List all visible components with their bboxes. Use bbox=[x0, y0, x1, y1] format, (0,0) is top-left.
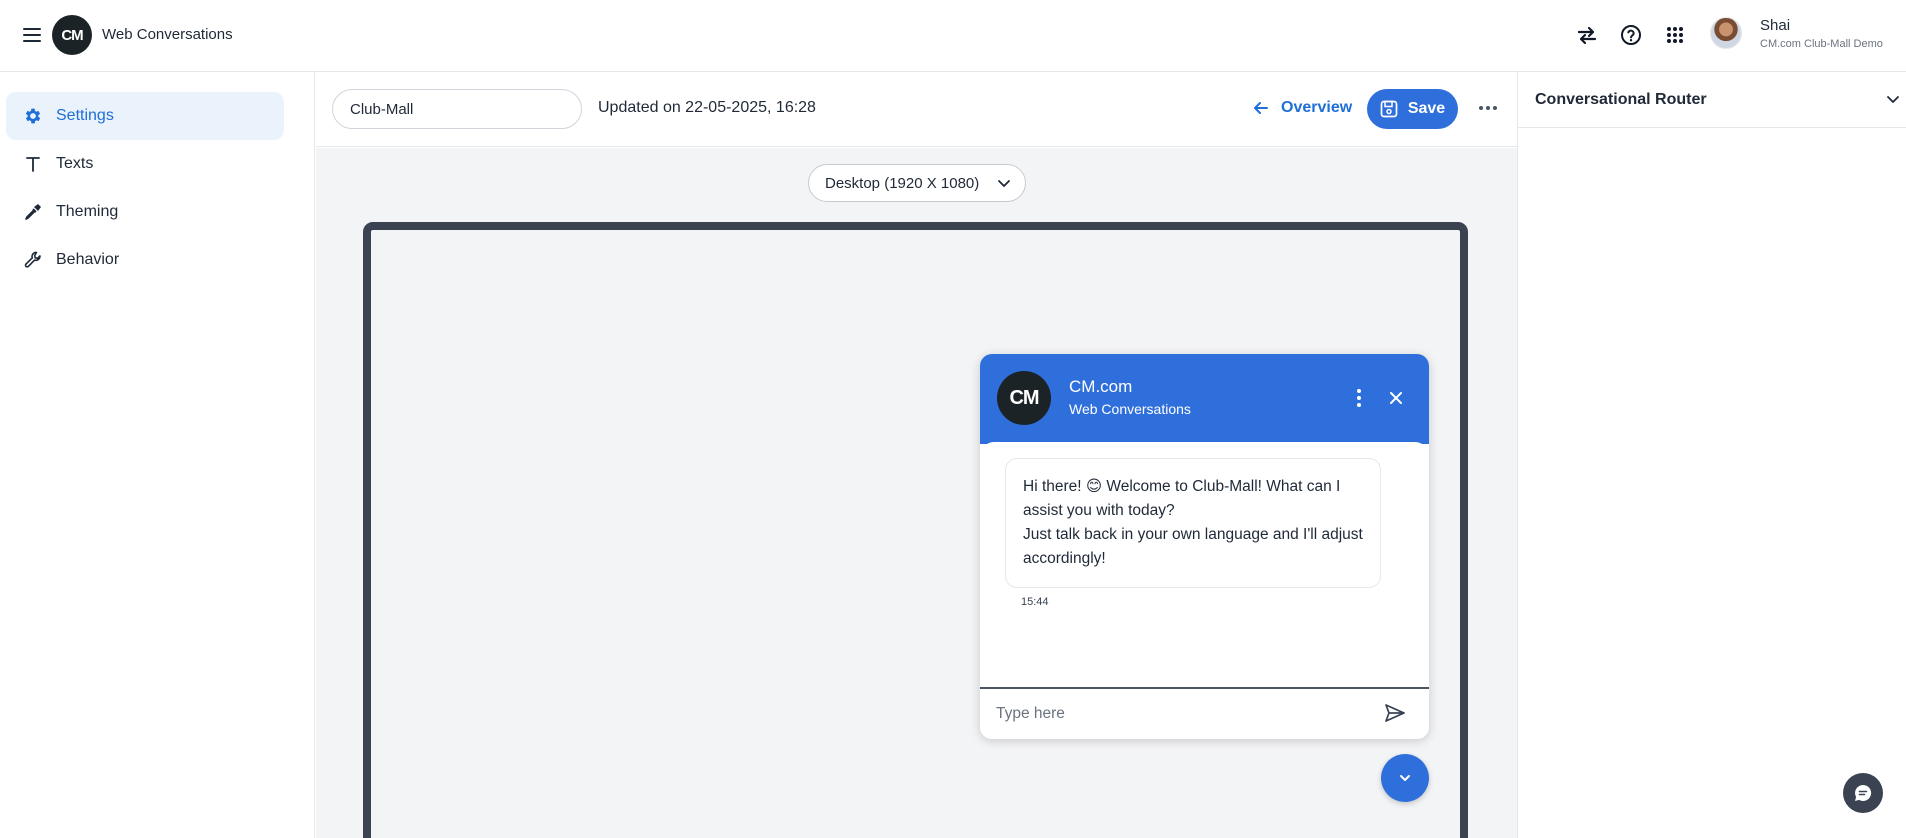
right-panel: Conversational Router bbox=[1517, 72, 1906, 838]
chat-subtitle: Web Conversations bbox=[1069, 401, 1191, 417]
avatar[interactable] bbox=[1710, 17, 1742, 49]
help-icon[interactable] bbox=[1618, 22, 1644, 48]
save-icon bbox=[1380, 100, 1398, 118]
overview-link[interactable]: Overview bbox=[1253, 99, 1352, 117]
top-bar: CM Web Conversations Shai CM.com Club-Ma… bbox=[0, 0, 1906, 72]
sidebar-item-behavior[interactable]: Behavior bbox=[6, 236, 284, 284]
eyedropper-icon bbox=[22, 201, 44, 223]
apps-grid-icon[interactable] bbox=[1662, 22, 1688, 48]
sidebar-item-settings[interactable]: Settings bbox=[6, 92, 284, 140]
save-button[interactable]: Save bbox=[1367, 89, 1458, 129]
chat-input[interactable] bbox=[996, 701, 1356, 727]
message-time: 15:44 bbox=[1021, 596, 1049, 608]
chevron-down-icon bbox=[998, 180, 1010, 187]
send-icon[interactable] bbox=[1384, 703, 1406, 723]
app-title: Web Conversations bbox=[102, 26, 233, 43]
more-options-icon[interactable] bbox=[1474, 98, 1502, 118]
save-label: Save bbox=[1407, 100, 1446, 117]
user-org: CM.com Club-Mall Demo bbox=[1760, 38, 1883, 50]
sidebar-item-label: Settings bbox=[56, 107, 114, 124]
arrow-left-icon bbox=[1254, 102, 1268, 114]
chat-header: CM CM.com Web Conversations bbox=[980, 354, 1429, 444]
sidebar-item-texts[interactable]: Texts bbox=[6, 140, 284, 188]
router-title: Conversational Router bbox=[1535, 90, 1707, 108]
support-chat-button[interactable] bbox=[1843, 773, 1883, 813]
chat-title: CM.com bbox=[1069, 377, 1133, 396]
sidebar: Settings Texts Theming Behavior bbox=[0, 72, 315, 838]
chat-input-row bbox=[980, 687, 1429, 739]
sidebar-item-theming[interactable]: Theming bbox=[6, 188, 284, 236]
cm-logo: CM bbox=[52, 15, 92, 55]
chat-message: Hi there! 😊 Welcome to Club-Mall! What c… bbox=[1005, 458, 1381, 588]
chat-collapse-button[interactable] bbox=[1381, 754, 1429, 802]
sidebar-item-label: Theming bbox=[56, 203, 119, 220]
wrench-icon bbox=[22, 249, 44, 271]
chat-menu-icon[interactable] bbox=[1354, 388, 1364, 408]
sidebar-item-label: Texts bbox=[56, 155, 94, 172]
chevron-down-icon bbox=[1400, 775, 1410, 781]
widget-name-input[interactable] bbox=[332, 89, 582, 129]
device-select[interactable]: Desktop (1920 X 1080) bbox=[808, 164, 1026, 202]
user-menu[interactable]: Shai CM.com Club-Mall Demo bbox=[1710, 17, 1883, 50]
swap-arrows-icon[interactable] bbox=[1574, 22, 1600, 48]
overview-label: Overview bbox=[1281, 99, 1353, 116]
gear-icon bbox=[22, 105, 44, 127]
chat-logo: CM bbox=[997, 371, 1051, 425]
chat-messages: Hi there! 😊 Welcome to Club-Mall! What c… bbox=[980, 442, 1429, 687]
user-name: Shai bbox=[1760, 17, 1791, 34]
updated-timestamp: Updated on 22-05-2025, 16:28 bbox=[598, 99, 816, 116]
conversational-router-toggle[interactable]: Conversational Router bbox=[1518, 72, 1906, 128]
text-icon bbox=[22, 153, 44, 175]
chat-bubble-icon bbox=[1855, 784, 1872, 801]
editor-header: Updated on 22-05-2025, 16:28 Overview Sa… bbox=[316, 72, 1517, 147]
chevron-down-icon bbox=[1887, 96, 1899, 103]
close-icon[interactable] bbox=[1388, 390, 1404, 406]
menu-icon[interactable] bbox=[22, 24, 42, 44]
sidebar-item-label: Behavior bbox=[56, 251, 120, 268]
chat-widget: CM CM.com Web Conversations Hi there! 😊 … bbox=[980, 354, 1429, 739]
device-select-value: Desktop (1920 X 1080) bbox=[825, 174, 980, 192]
